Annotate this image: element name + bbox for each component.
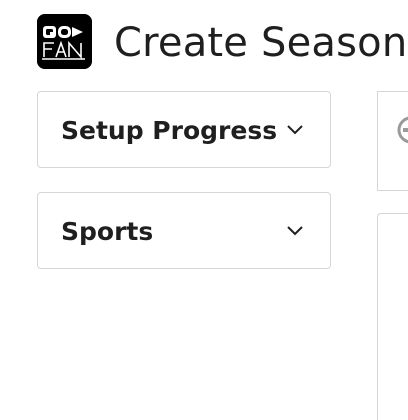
chevron-down-icon: [287, 125, 303, 135]
page: Create Season Setup Progress Sports: [0, 0, 408, 420]
setup-progress-label: Setup Progress: [61, 116, 278, 145]
page-title: Create Season: [114, 20, 408, 66]
sports-label: Sports: [61, 217, 154, 246]
main-panel-header: [377, 91, 408, 191]
sports-accordion[interactable]: Sports: [37, 192, 331, 269]
gofan-logo-mark: [37, 14, 92, 69]
main-panel-content: [377, 213, 408, 420]
chevron-down-icon: [287, 226, 303, 236]
gofan-logo: [37, 14, 92, 69]
info-icon: [397, 116, 408, 144]
setup-progress-accordion[interactable]: Setup Progress: [37, 91, 331, 168]
